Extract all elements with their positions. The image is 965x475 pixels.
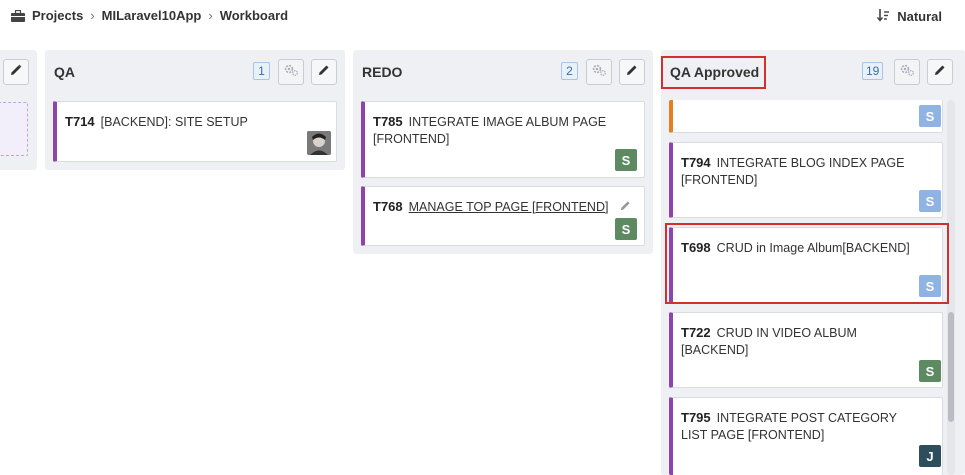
task-card[interactable]: T714 [BACKEND]: SITE SETUP [53,101,337,162]
task-card-text: T785 INTEGRATE IMAGE ALBUM PAGE [FRONTEND… [373,113,614,148]
task-card[interactable]: T722 CRUD IN VIDEO ALBUM [BACKEND] S [669,312,943,388]
column-settings-button[interactable] [586,59,612,85]
gear-icon [283,63,299,82]
task-card-text: T794 INTEGRATE BLOG INDEX PAGE [FRONTEND] [681,154,912,189]
gear-icon [899,63,915,82]
avatar[interactable]: J [919,445,941,467]
task-card-text: T714 [BACKEND]: SITE SETUP [65,113,306,131]
sort-icon [877,8,891,25]
board-column-qa: QA 1 T714 [BACKEND]: SITE SETUP [45,50,345,170]
breadcrumb-projects[interactable]: Projects [32,8,83,23]
column-count-badge: 19 [862,62,884,80]
task-id[interactable]: T795 [681,410,711,425]
task-title[interactable]: [BACKEND]: SITE SETUP [101,115,248,129]
column-count-badge: 2 [561,62,578,80]
task-card[interactable]: S [669,100,943,133]
board-column-partial [0,50,37,170]
chevron-right-icon: › [90,8,95,23]
highlight-box-column-title [661,56,766,89]
avatar[interactable]: S [615,149,637,171]
avatar[interactable]: S [919,190,941,212]
chevron-right-icon: › [208,8,213,23]
column-edit-button[interactable] [927,59,953,85]
edit-card-icon[interactable] [620,198,631,216]
task-id[interactable]: T785 [373,114,403,129]
column-title: QA [54,64,75,80]
pencil-icon [10,63,22,81]
task-title[interactable]: MANAGE TOP PAGE [FRONTEND] [409,200,609,214]
column-edit-button[interactable] [311,59,337,85]
pencil-icon [934,63,946,81]
column-header: REDO 2 [353,50,653,94]
task-card-text: T722 CRUD IN VIDEO ALBUM [BACKEND] [681,324,912,359]
column-count-badge: 1 [253,62,270,80]
column-title: REDO [362,64,403,80]
scrollbar-thumb[interactable] [948,312,954,422]
column-settings-button[interactable] [278,59,304,85]
task-card-text: T795 INTEGRATE POST CATEGORY LIST PAGE [F… [681,409,912,444]
task-id[interactable]: T714 [65,114,95,129]
task-card[interactable]: T785 INTEGRATE IMAGE ALBUM PAGE [FRONTEND… [361,101,645,178]
pencil-icon [626,63,638,81]
top-bar: Projects › MILaravel10App › Workboard Na… [0,0,965,34]
pencil-icon [318,63,330,81]
breadcrumb-app[interactable]: MILaravel10App [102,8,202,23]
task-card[interactable]: T794 INTEGRATE BLOG INDEX PAGE [FRONTEND]… [669,142,943,218]
task-title[interactable]: INTEGRATE BLOG INDEX PAGE [FRONTEND] [681,156,904,187]
task-id[interactable]: T768 [373,199,403,214]
column-header: QA 1 [45,50,345,94]
highlight-box-card [665,223,949,304]
column-edit-button[interactable] [3,59,29,85]
column-edit-button[interactable] [619,59,645,85]
breadcrumb: Projects › MILaravel10App › Workboard [11,8,288,23]
avatar[interactable]: S [615,218,637,240]
board-column-redo: REDO 2 T785 INTEGRATE IMAGE ALBUM PAGE [F… [353,50,653,254]
task-title[interactable]: INTEGRATE IMAGE ALBUM PAGE [FRONTEND] [373,115,606,146]
briefcase-icon [11,9,25,22]
task-card[interactable]: T768 MANAGE TOP PAGE [FRONTEND] S [361,186,645,246]
breadcrumb-workboard[interactable]: Workboard [220,8,288,23]
drop-placeholder [0,102,28,156]
task-card-text: T768 MANAGE TOP PAGE [FRONTEND] [373,198,614,216]
avatar[interactable] [307,131,331,155]
task-id[interactable]: T794 [681,155,711,170]
task-card[interactable]: T795 INTEGRATE POST CATEGORY LIST PAGE [F… [669,397,943,475]
column-settings-button[interactable] [894,59,920,85]
sort-label: Natural [897,9,942,24]
avatar[interactable]: S [919,105,941,127]
sort-control[interactable]: Natural [877,8,942,25]
task-id[interactable]: T722 [681,325,711,340]
avatar[interactable]: S [919,360,941,382]
gear-icon [591,63,607,82]
task-title[interactable]: INTEGRATE POST CATEGORY LIST PAGE [FRONT… [681,411,897,442]
